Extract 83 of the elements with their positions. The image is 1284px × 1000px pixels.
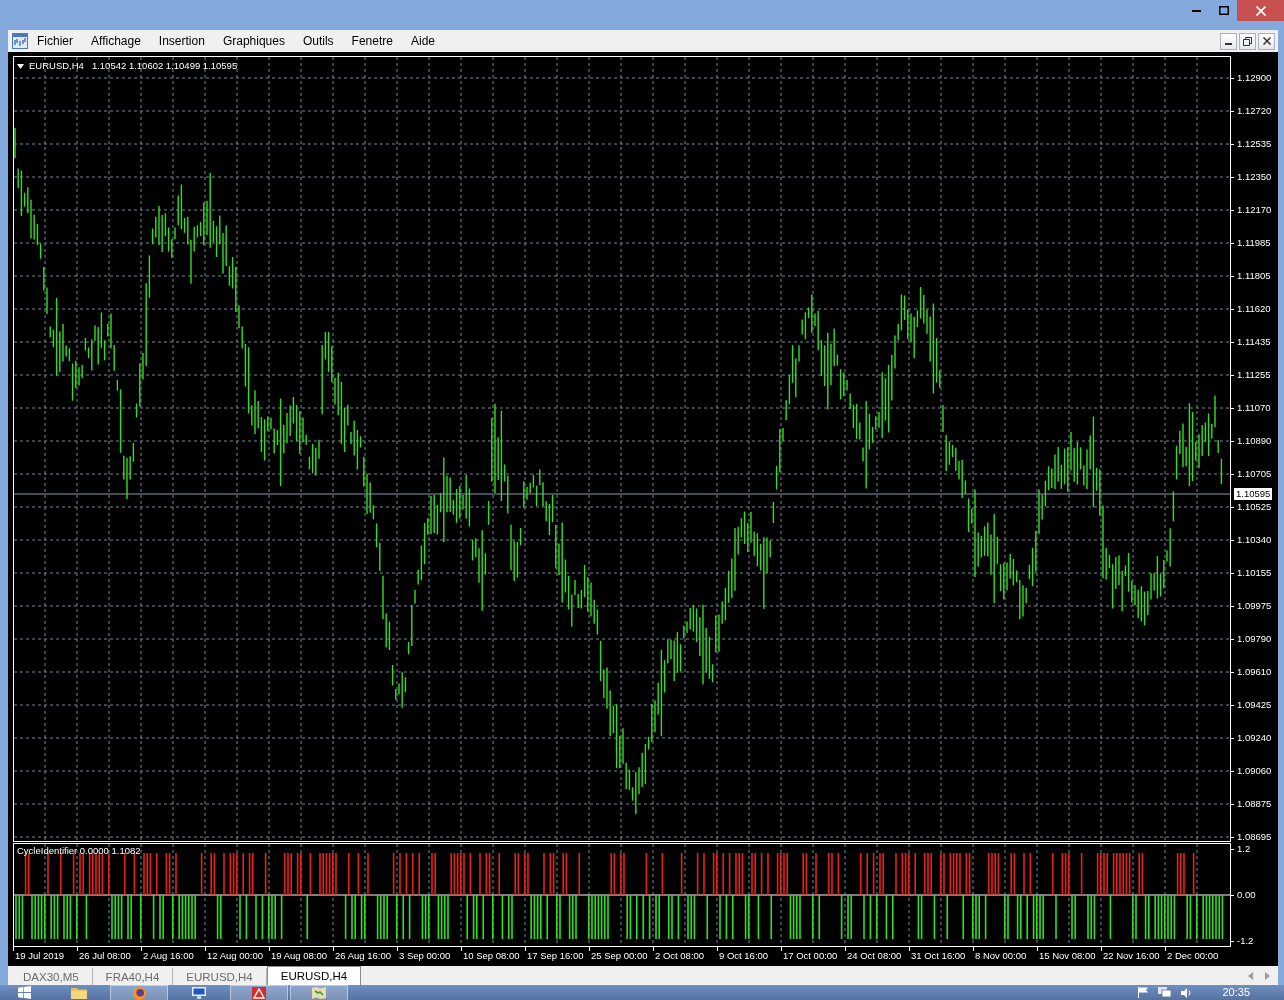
time-axis-label: 24 Oct 08:00	[847, 950, 902, 962]
scroll-right-icon[interactable]	[1265, 971, 1270, 980]
scroll-left-icon[interactable]	[1248, 971, 1253, 980]
price-axis-label: 1.10705	[1237, 468, 1272, 480]
menu-item[interactable]: Outils	[293, 33, 343, 49]
time-axis-label: 2 Oct 08:00	[655, 950, 705, 962]
close-button[interactable]	[1258, 32, 1275, 50]
maximize-icon	[1218, 6, 1229, 15]
time-axis-label: 9 Oct 16:00	[719, 950, 769, 962]
current-price-label: 1.10595	[1234, 488, 1273, 500]
price-axis-label: 1.11070	[1237, 402, 1271, 414]
close-icon	[1255, 5, 1266, 16]
indicator-label: CycleIdentifier 0.0000 1.1082	[17, 845, 141, 857]
time-axis-label: 31 Oct 16:00	[911, 950, 966, 962]
chart-window-icon[interactable]	[12, 33, 28, 49]
minimize-button[interactable]	[1220, 32, 1237, 50]
price-axis-label: 1.12720	[1237, 105, 1272, 117]
monitor-icon	[192, 987, 206, 999]
price-axis-label: 1.10890	[1237, 435, 1272, 447]
indicator-axis-label: -1.2	[1237, 935, 1254, 947]
price-axis-label: 1.11255	[1237, 369, 1271, 381]
time-axis-label: 19 Aug 08:00	[271, 950, 327, 962]
indicator-axis-label: 1.2	[1237, 843, 1251, 855]
price-axis-label: 1.11985	[1237, 237, 1271, 249]
price-axis-label: 1.10155	[1237, 567, 1272, 579]
time-axis-label: 12 Aug 00:00	[207, 950, 263, 962]
menu-item[interactable]: Insertion	[149, 33, 214, 49]
price-axis-label: 1.11805	[1237, 270, 1271, 282]
close-icon	[1262, 37, 1271, 45]
network-icon[interactable]	[1158, 987, 1172, 998]
price-axis-label: 1.12170	[1237, 204, 1272, 216]
menu-item[interactable]: Aide	[401, 33, 444, 49]
map-icon	[312, 987, 326, 999]
time-axis-label: 2 Aug 16:00	[143, 950, 194, 962]
globe-icon	[132, 986, 146, 1000]
time-axis-label: 2 Dec 00:00	[1167, 950, 1219, 962]
windows-logo-icon	[17, 986, 31, 999]
price-axis-label: 1.09425	[1237, 699, 1272, 711]
time-axis-label: 15 Nov 08:00	[1039, 950, 1096, 962]
price-axis-label: 1.11620	[1237, 303, 1271, 315]
time-axis-label: 22 Nov 16:00	[1103, 950, 1160, 962]
time-axis-label: 10 Sep 08:00	[463, 950, 520, 962]
chart-tab[interactable]: EURUSD,H4	[266, 966, 362, 985]
time-axis-label: 25 Sep 00:00	[591, 950, 648, 962]
time-axis-label: 19 Jul 2019	[15, 950, 65, 962]
price-axis-label: 1.12900	[1237, 72, 1272, 84]
price-axis-label: 1.09060	[1237, 765, 1272, 777]
restore-button[interactable]	[1239, 32, 1256, 50]
minimize-icon	[1225, 43, 1232, 45]
time-axis-label: 17 Sep 16:00	[527, 950, 584, 962]
triangle-tile-icon	[252, 986, 266, 1000]
restore-icon	[1243, 36, 1252, 46]
price-axis-label: 1.08695	[1237, 831, 1272, 843]
taskbar-button[interactable]	[230, 985, 288, 1000]
indicator-axis-label: 0.00	[1237, 889, 1256, 901]
time-axis-label: 8 Nov 00:00	[975, 950, 1027, 962]
price-axis-label: 1.09975	[1237, 600, 1272, 612]
clock[interactable]: 20:35	[1222, 986, 1250, 999]
taskbar-button[interactable]	[110, 985, 168, 1000]
menu-item[interactable]: Affichage	[82, 33, 150, 49]
price-axis-label: 1.12535	[1237, 138, 1272, 150]
price-axis-label: 1.09240	[1237, 732, 1272, 744]
speaker-icon[interactable]	[1181, 987, 1193, 998]
folder-icon	[71, 987, 87, 999]
triangle-icon[interactable]	[17, 63, 24, 69]
price-axis-label: 1.12350	[1237, 171, 1272, 183]
menu-item[interactable]: Fichier	[28, 33, 82, 49]
time-axis-label: 26 Jul 08:00	[79, 950, 131, 962]
menu-item[interactable]: Fenetre	[342, 33, 402, 49]
time-axis-label: 26 Aug 16:00	[335, 950, 391, 962]
price-axis-label: 1.10340	[1237, 534, 1272, 546]
menu-item[interactable]: Graphiques	[213, 33, 294, 49]
price-axis-label: 1.09610	[1237, 666, 1272, 678]
ohlc-values: 1.10542 1.10602 1.10499 1.10595	[91, 60, 238, 72]
flag-icon[interactable]	[1138, 987, 1149, 998]
price-axis-label: 1.08875	[1237, 798, 1272, 810]
time-axis-label: 17 Oct 00:00	[783, 950, 838, 962]
price-axis-label: 1.11435	[1237, 336, 1271, 348]
minimize-icon	[1192, 9, 1201, 12]
time-axis-label: 3 Sep 00:00	[399, 950, 451, 962]
price-axis-label: 1.09790	[1237, 633, 1272, 645]
price-axis-label: 1.10525	[1237, 501, 1272, 513]
symbol-label: EURUSD,H4	[29, 60, 84, 72]
